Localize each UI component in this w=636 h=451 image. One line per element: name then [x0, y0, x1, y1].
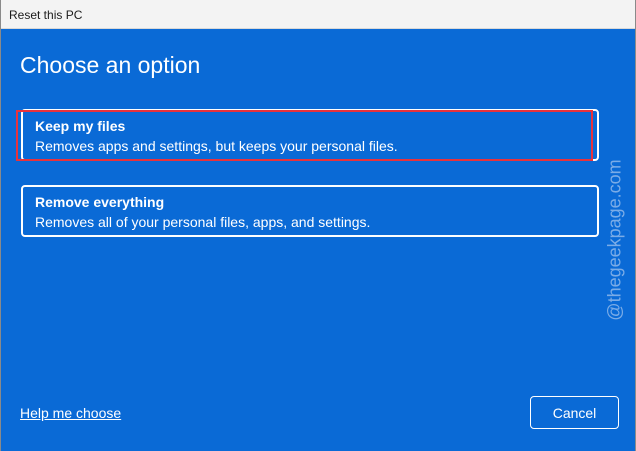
keep-my-files-option[interactable]: Keep my files Removes apps and settings,…	[21, 109, 599, 161]
watermark-text: @thegeekpage.com	[604, 159, 625, 321]
remove-everything-option[interactable]: Remove everything Removes all of your pe…	[21, 185, 599, 237]
page-heading: Choose an option	[20, 52, 201, 78]
title-bar: Reset this PC	[1, 0, 635, 29]
option-description: Removes apps and settings, but keeps you…	[35, 138, 398, 154]
help-me-choose-link[interactable]: Help me choose	[20, 405, 121, 421]
option-description: Removes all of your personal files, apps…	[35, 214, 371, 230]
cancel-button[interactable]: Cancel	[530, 396, 619, 429]
option-title: Remove everything	[35, 194, 165, 210]
option-title: Keep my files	[35, 118, 126, 134]
window-title: Reset this PC	[9, 8, 83, 22]
reset-pc-dialog: Reset this PC Choose an option Keep my f…	[0, 0, 636, 451]
